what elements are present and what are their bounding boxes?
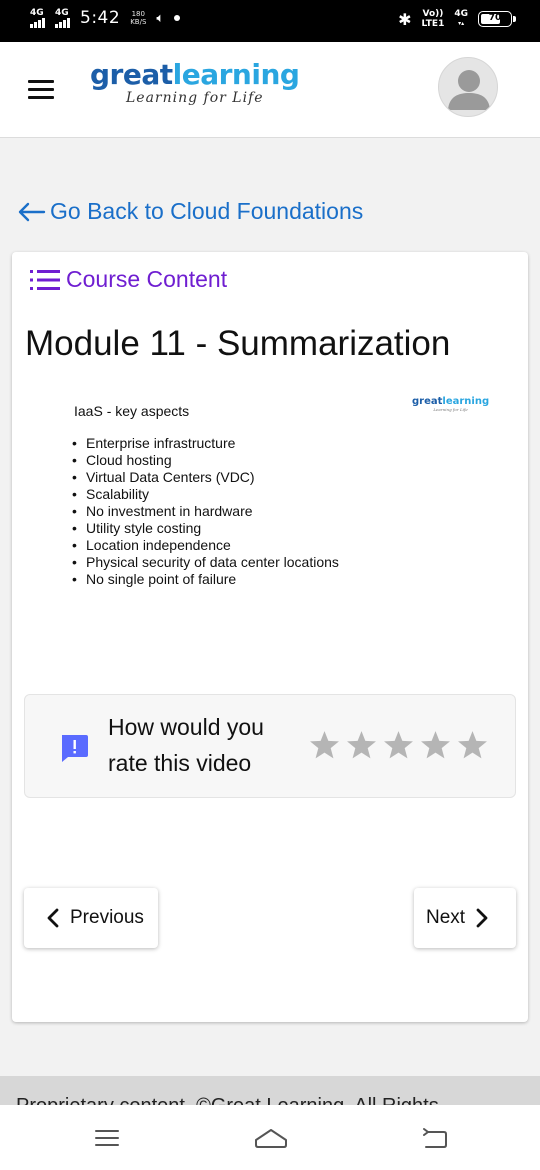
module-title: Module 11 - Summarization	[25, 324, 451, 363]
list-item: Physical security of data center locatio…	[72, 554, 339, 571]
back-icon[interactable]	[422, 1127, 448, 1149]
chevron-right-icon	[476, 908, 488, 928]
clock: 5:42	[80, 8, 121, 28]
back-link[interactable]: Go Back to Cloud Foundations	[16, 198, 363, 225]
rating-panel: How would you rate this video	[24, 694, 516, 798]
sim1-signal: 4G	[30, 8, 45, 28]
avatar[interactable]	[438, 57, 498, 117]
feedback-icon	[62, 735, 88, 762]
rating-prompt: How would you rate this video	[108, 714, 264, 776]
list-icon	[30, 269, 60, 290]
brand-tagline: Learning for Life	[126, 90, 264, 106]
network-speed: 180 KB/S	[130, 10, 147, 26]
previous-button[interactable]: Previous	[24, 888, 158, 948]
list-item: Virtual Data Centers (VDC)	[72, 469, 339, 486]
volume-icon: 🔈︎	[156, 10, 165, 26]
arrow-left-icon	[18, 202, 46, 221]
volte-indicator: Vo)) LTE1	[421, 9, 445, 29]
star-icon[interactable]	[345, 729, 378, 762]
list-item: Utility style costing	[72, 520, 339, 537]
slide-logo: greatlearning Learning for Life	[412, 396, 490, 412]
notification-dot	[174, 15, 181, 21]
network-type: 4G ▾▴	[454, 9, 468, 27]
list-item: No single point of failure	[72, 571, 339, 588]
sim2-signal: 4G	[55, 8, 70, 28]
list-item: Enterprise infrastructure	[72, 435, 339, 452]
star-icon[interactable]	[308, 729, 341, 762]
recent-apps-icon[interactable]	[94, 1127, 120, 1149]
status-bar: 4G 4G 5:42 180 KB/S 🔈︎ ✱ Vo)) LTE1 4G ▾▴…	[0, 0, 540, 42]
slide-heading: IaaS - key aspects	[74, 403, 190, 419]
list-item: Location independence	[72, 537, 339, 554]
star-icon[interactable]	[456, 729, 489, 762]
brand-logo[interactable]: greatlearning Learning for Life	[90, 58, 300, 106]
home-icon[interactable]	[254, 1127, 288, 1149]
list-item: Scalability	[72, 486, 339, 503]
bluetooth-icon: ✱	[398, 9, 412, 29]
user-icon	[448, 70, 490, 110]
chevron-left-icon	[47, 908, 59, 928]
list-item: No investment in hardware	[72, 503, 339, 520]
system-nav-bar	[0, 1105, 540, 1170]
video-slide[interactable]: IaaS - key aspects greatlearning Learnin…	[12, 382, 528, 612]
star-icon[interactable]	[419, 729, 452, 762]
slide-bullet-list: Enterprise infrastructure Cloud hosting …	[72, 435, 339, 588]
content-card: Course Content Module 11 - Summarization…	[12, 252, 528, 1022]
next-button[interactable]: Next	[414, 888, 516, 948]
star-rating[interactable]	[308, 729, 489, 762]
hamburger-icon[interactable]	[28, 80, 54, 100]
battery-icon: 70	[478, 11, 516, 27]
star-icon[interactable]	[382, 729, 415, 762]
app-header: greatlearning Learning for Life	[0, 42, 540, 138]
list-item: Cloud hosting	[72, 452, 339, 469]
course-content-link[interactable]: Course Content	[30, 266, 227, 293]
